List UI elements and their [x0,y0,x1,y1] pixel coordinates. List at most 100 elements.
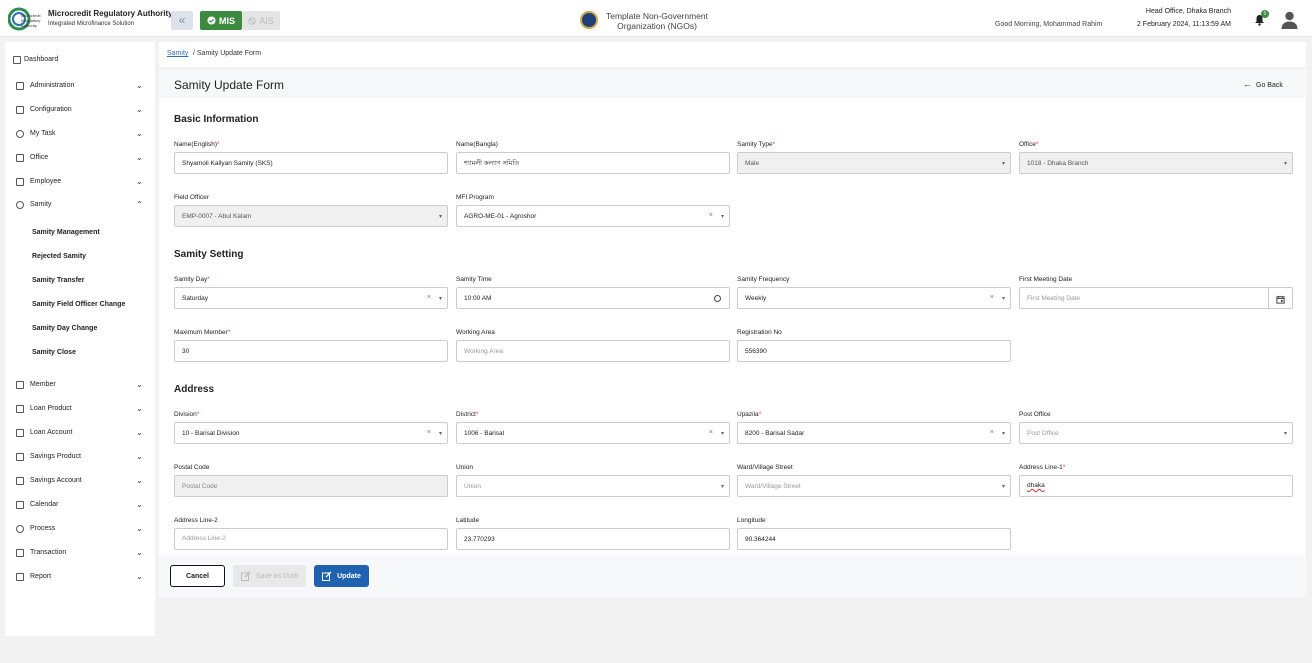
chevron-down-icon: ⌄ [136,476,143,485]
sidebar-collapse-button[interactable]: « [171,11,193,30]
clear-icon[interactable]: × [990,294,994,301]
ais-label: AIS [259,15,274,26]
maximum-member-input[interactable]: 30 [174,340,448,362]
samity-type-select[interactable]: Male ▾ [737,152,1011,174]
breadcrumb-samity-link[interactable]: Samity [167,50,188,57]
sidebar-item-samity[interactable]: Samity ⌃ [5,195,155,215]
ward-placeholder: Ward/Village Street [745,482,801,490]
postal-code-label: Postal Code [174,464,210,471]
sidebar-item-administration[interactable]: Administration ⌄ [5,76,155,96]
office-select[interactable]: 1018 - Dhaka Branch ▾ [1019,152,1293,174]
division-select[interactable]: 10 - Barisal Division × ▾ [174,422,448,444]
sidebar-subitem-samity-field-officer-change[interactable]: Samity Field Officer Change [32,301,125,308]
sidebar-item-label: Process [30,525,56,532]
sidebar-item-process[interactable]: Process ⌄ [5,519,155,539]
address-line-1-textarea[interactable]: dhaka [1019,475,1293,497]
name-english-label: Name(English)* [174,141,220,148]
sidebar-item-loan-account[interactable]: Loan Account ⌄ [5,423,155,443]
sidebar-item-label: Administration [30,82,75,89]
clear-icon[interactable]: × [709,212,713,219]
user-greeting: Good Morning, Mohammad Rahim [995,21,1103,28]
address-line-1-value: dhaka [1027,482,1045,489]
chevron-down-icon: ▾ [1001,431,1005,437]
working-area-label: Working Area [456,329,495,336]
sidebar-subitem-samity-transfer[interactable]: Samity Transfer [32,277,85,284]
ward-select[interactable]: Ward/Village Street ▾ [737,475,1011,497]
mfi-program-select[interactable]: AGRO-ME-01 - Agroshor × ▾ [456,205,730,227]
district-label: District* [456,411,479,418]
sidebar-item-label: Samity [30,201,52,208]
division-value: 10 - Barisal Division [182,429,240,437]
samity-icon [16,201,24,209]
user-avatar-icon[interactable] [1281,11,1298,29]
current-datetime: 2 February 2024, 11:13:59 AM [1136,21,1231,28]
union-select[interactable]: Union ▾ [456,475,730,497]
cancel-button[interactable]: Cancel [170,565,225,587]
clock-icon[interactable] [714,295,721,302]
office-value: 1018 - Dhaka Branch [1027,159,1089,167]
sidebar-item-calendar[interactable]: Calendar ⌄ [5,495,155,515]
clear-icon[interactable]: × [990,429,994,436]
chevron-down-icon: ▾ [1283,431,1287,437]
sidebar-item-dashboard[interactable]: Dashboard [5,50,155,70]
update-label: Update [337,572,361,580]
sidebar-item-member[interactable]: Member ⌄ [5,375,155,395]
post-office-label: Post Office [1019,411,1051,418]
update-button[interactable]: Update [314,565,369,587]
sidebar-item-employee[interactable]: Employee ⌄ [5,172,155,192]
sidebar-item-savings-product[interactable]: Savings Product ⌄ [5,447,155,467]
chevron-up-icon: ⌃ [136,200,143,209]
sidebar-subitem-samity-day-change[interactable]: Samity Day Change [32,325,97,332]
section-title-setting: Samity Setting [174,249,244,260]
edit-icon [240,571,251,581]
clear-icon[interactable]: × [427,429,431,436]
first-meeting-date-input[interactable]: First Meeting Date [1019,287,1293,309]
sidebar-item-office[interactable]: Office ⌄ [5,148,155,168]
chevron-down-icon: ▾ [438,214,442,220]
save-as-draft-button[interactable]: Save as Draft [233,565,306,587]
sidebar-item-report[interactable]: Report ⌄ [5,567,155,587]
org-subtitle: Integrated Microfinance Solution [48,21,135,27]
sidebar-item-label: Employee [30,178,62,185]
upazila-select[interactable]: 8200 - Barisal Sadar × ▾ [737,422,1011,444]
chevron-down-icon: ⌄ [136,404,143,413]
samity-time-value: 10:00 AM [464,294,492,302]
postal-code-input[interactable]: Postal Code [174,475,448,497]
calendar-picker-button[interactable] [1268,288,1292,308]
clear-icon[interactable]: × [427,294,431,301]
go-back-button[interactable]: ← Go Back [1243,79,1283,89]
name-bangla-input[interactable]: শ্যামলী কল্যাণ সমিতি [456,152,730,174]
admin-icon [16,82,24,90]
section-title-basic: Basic Information [174,114,259,125]
ais-toggle-button[interactable]: AIS [242,11,280,30]
address-line-2-textarea[interactable]: Address Line-2 [174,528,448,550]
sidebar-item-my-task[interactable]: My Task ⌄ [5,124,155,144]
mis-toggle-button[interactable]: MIS [200,11,242,30]
sidebar-item-configuration[interactable]: Configuration ⌄ [5,100,155,120]
name-english-input[interactable]: Shyamoli Kallyan Samity (SKS) [174,152,448,174]
chevron-down-icon: ⌄ [136,548,143,557]
sidebar-subitem-samity-management[interactable]: Samity Management [32,229,100,236]
chevron-down-icon: ▾ [438,296,442,302]
longitude-input[interactable]: 90.364244 [737,528,1011,550]
sidebar: Dashboard Administration ⌄ Configuration… [5,42,155,636]
clear-icon[interactable]: × [709,429,713,436]
samity-day-select[interactable]: Saturday × ▾ [174,287,448,309]
district-select[interactable]: 1006 - Barisal × ▾ [456,422,730,444]
sidebar-item-loan-product[interactable]: Loan Product ⌄ [5,399,155,419]
registration-no-input[interactable]: 556390 [737,340,1011,362]
sidebar-item-transaction[interactable]: Transaction ⌄ [5,543,155,563]
office-icon [16,154,24,162]
samity-frequency-select[interactable]: Weekly × ▾ [737,287,1011,309]
loan-account-icon [16,429,24,437]
post-office-select[interactable]: Post Office ▾ [1019,422,1293,444]
sidebar-item-savings-account[interactable]: Savings Account ⌄ [5,471,155,491]
org-name: Microcredit Regulatory Authority [48,9,173,18]
sidebar-subitem-samity-close[interactable]: Samity Close [32,349,76,356]
office-label: Office* [1019,141,1039,148]
latitude-input[interactable]: 23.770293 [456,528,730,550]
field-officer-select[interactable]: EMP-0007 - Abul Kalam ▾ [174,205,448,227]
sidebar-subitem-rejected-samity[interactable]: Rejected Samity [32,253,86,260]
working-area-input[interactable]: Working Area [456,340,730,362]
samity-time-input[interactable]: 10:00 AM [456,287,730,309]
